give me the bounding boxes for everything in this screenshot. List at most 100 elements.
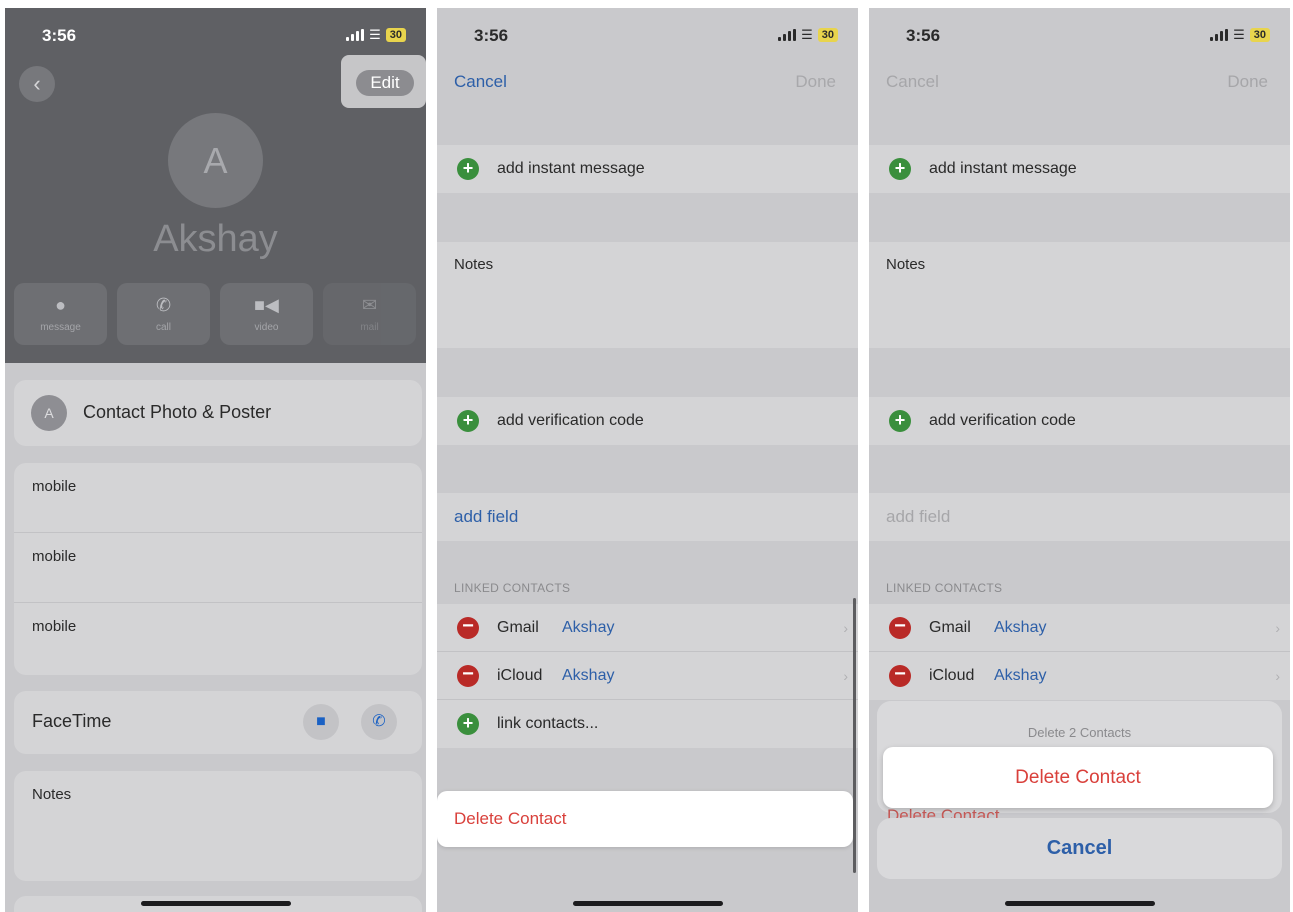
done-button[interactable]: Done <box>795 72 836 92</box>
phone-row[interactable]: mobile <box>14 533 422 603</box>
confirm-delete-label: Delete Contact <box>1015 767 1141 788</box>
facetime-video-button[interactable]: ■ <box>303 704 339 740</box>
notes-field[interactable]: Notes <box>437 242 858 348</box>
chevron-right-icon: › <box>1275 668 1280 684</box>
status-time: 3:56 <box>906 26 941 45</box>
status-bar: 3:56 ☰ 30 <box>869 8 1290 60</box>
mail-action-button[interactable]: ✉ mail <box>323 283 416 345</box>
notes-card[interactable]: Notes <box>14 771 422 881</box>
chevron-left-icon: ‹ <box>33 71 41 96</box>
add-icon: + <box>457 713 479 735</box>
cancel-button: Cancel <box>886 72 939 91</box>
add-field-row[interactable]: add field <box>437 493 858 541</box>
facetime-label: FaceTime <box>32 711 112 731</box>
chevron-right-icon: › <box>843 668 848 684</box>
status-icons: ☰ 30 <box>346 27 406 43</box>
delete-contact-button[interactable]: Delete Contact <box>437 791 853 847</box>
action-label: video <box>254 322 279 333</box>
edit-button[interactable]: Edit <box>356 70 414 96</box>
action-sheet-cancel-label: Cancel <box>1046 837 1113 859</box>
video-action-button[interactable]: ■◀ video <box>220 283 313 345</box>
remove-icon[interactable]: − <box>457 664 479 687</box>
action-sheet-cancel-button[interactable]: Cancel <box>877 818 1282 879</box>
add-instant-message-row: + add instant message <box>869 145 1290 193</box>
home-indicator <box>140 901 291 906</box>
status-icons: ☰ 30 <box>1210 27 1270 43</box>
add-field-link: add field <box>886 507 951 526</box>
mail-icon: ✉ <box>361 295 378 315</box>
linked-contacts-header: LINKED CONTACTS <box>454 581 571 595</box>
quick-actions: ● message ✆ call ■◀ video ✉ mail <box>14 283 416 345</box>
linked-source: Gmail <box>497 619 539 636</box>
linked-source: Gmail <box>929 619 971 636</box>
add-verification-code-row: + add verification code <box>869 397 1290 445</box>
add-field-link[interactable]: add field <box>454 507 518 527</box>
video-camera-icon: ■◀ <box>254 295 279 315</box>
scrollbar[interactable] <box>853 598 856 873</box>
notes-label: Notes <box>886 256 926 273</box>
avatar: A <box>168 113 263 208</box>
row-label: add verification code <box>929 412 1076 429</box>
remove-icon[interactable]: − <box>457 616 479 639</box>
photo-poster-label: Contact Photo & Poster <box>83 402 272 422</box>
battery-icon: 30 <box>817 28 838 42</box>
linked-name: Akshay <box>562 619 615 636</box>
battery-icon: 30 <box>385 28 406 42</box>
status-time: 3:56 <box>474 26 509 45</box>
call-action-button[interactable]: ✆ call <box>117 283 210 345</box>
signal-icon <box>778 29 797 41</box>
home-indicator <box>1004 901 1155 906</box>
add-field-row: add field <box>869 493 1290 541</box>
wifi-icon: ☰ <box>1233 27 1245 42</box>
row-label: add instant message <box>929 160 1077 177</box>
add-icon: + <box>889 158 911 180</box>
status-bar: 3:56 ☰ 30 <box>437 8 858 60</box>
chevron-right-icon: › <box>1275 620 1280 636</box>
confirm-delete-contact-button[interactable]: Delete Contact <box>883 747 1273 808</box>
phone-row[interactable]: mobile <box>14 603 422 673</box>
facetime-audio-button[interactable]: ✆ <box>361 704 397 740</box>
notes-label: Notes <box>32 786 72 803</box>
contact-photo-poster-row[interactable]: A Contact Photo & Poster <box>14 380 422 446</box>
wifi-icon: ☰ <box>369 27 381 42</box>
delete-confirmation-screen: 3:56 ☰ 30 Cancel Done + add instant mess… <box>869 8 1290 912</box>
facetime-row: FaceTime ■ ✆ <box>14 691 422 754</box>
phone-numbers-card: mobile mobile mobile <box>14 463 422 675</box>
video-camera-icon: ■ <box>316 713 326 730</box>
message-action-button[interactable]: ● message <box>14 283 107 345</box>
battery-icon: 30 <box>1249 28 1270 42</box>
linked-contacts-header: LINKED CONTACTS <box>886 581 1003 595</box>
linked-contact-row: − Gmail Akshay › <box>869 604 1290 652</box>
signal-icon <box>346 29 365 41</box>
link-contacts-row[interactable]: + link contacts... <box>437 700 858 748</box>
add-verification-code-row[interactable]: + add verification code <box>437 397 858 445</box>
status-time: 3:56 <box>42 26 77 45</box>
status-bar: 3:56 ☰ 30 <box>5 8 426 60</box>
row-label: link contacts... <box>497 715 599 732</box>
add-icon: + <box>889 410 911 432</box>
action-sheet-title: Delete 2 Contacts <box>1027 725 1132 740</box>
linked-name: Akshay <box>562 667 615 684</box>
linked-name: Akshay <box>994 667 1047 684</box>
contact-name: Akshay <box>153 218 278 260</box>
chevron-right-icon: › <box>843 620 848 636</box>
action-label: mail <box>360 322 379 333</box>
add-icon: + <box>457 410 479 432</box>
row-label: add instant message <box>497 160 645 177</box>
remove-icon: − <box>889 616 911 639</box>
phone-label: mobile <box>32 478 77 495</box>
phone-row[interactable]: mobile <box>14 463 422 533</box>
phone-icon: ✆ <box>372 713 386 730</box>
done-button: Done <box>1227 72 1268 91</box>
back-button[interactable]: ‹ <box>19 66 55 102</box>
add-instant-message-row[interactable]: + add instant message <box>437 145 858 193</box>
linked-name: Akshay <box>994 619 1047 636</box>
linked-source: iCloud <box>929 667 975 684</box>
linked-contact-row[interactable]: − Gmail Akshay › <box>437 604 858 652</box>
cancel-button[interactable]: Cancel <box>454 72 507 92</box>
action-label: message <box>40 322 81 333</box>
notes-label: Notes <box>454 256 494 273</box>
linked-contact-row[interactable]: − iCloud Akshay › <box>437 652 858 700</box>
delete-contact-label: Delete Contact <box>454 809 567 828</box>
message-bubble-icon: ● <box>55 295 66 315</box>
